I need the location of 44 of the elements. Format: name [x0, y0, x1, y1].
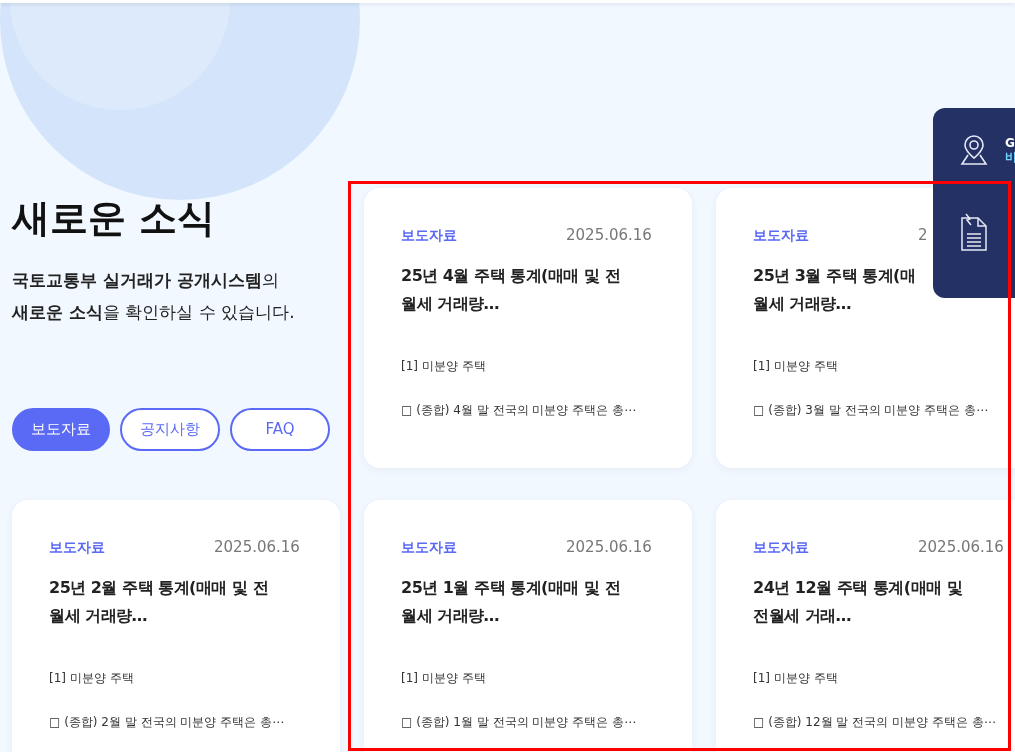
- news-card[interactable]: 보도자료 2025.06.16 24년 12월 주택 통계(매매 및 전월세 거래… [1] 미분양 주택 □ (종합) 12월 말 전국의 미분양 주택은 총⋯: [716, 500, 1015, 752]
- document-icon: [959, 212, 989, 252]
- news-card[interactable]: 보도자료 2025.06.16 25년 4월 주택 통계(매매 및 전 월세 거래량… [1] 미분양 주택 □ (종합) 4월 말 전국의 미분양 주택은 총⋯: [364, 188, 692, 468]
- card-summary: □ (종합) 2월 말 전국의 미분양 주택은 총⋯: [49, 714, 286, 730]
- category-label: 보도자료: [49, 537, 105, 557]
- category-label: 보도자료: [401, 225, 457, 245]
- card-subtitle: [1] 미분양 주택: [753, 670, 839, 686]
- quick-menu-label[interactable]: G: [1005, 136, 1015, 150]
- card-title: 24년 12월 주택 통계(매매 및: [753, 578, 963, 597]
- date-text: 2025.06.16: [566, 538, 652, 556]
- section-description: 국토교통부 실거래가 공개시스템의: [12, 269, 280, 292]
- category-label: 보도자료: [401, 537, 457, 557]
- card-title: 월세 거래량…: [753, 294, 852, 313]
- section-title: 새로운 소식: [12, 195, 217, 242]
- card-summary: □ (종합) 12월 말 전국의 미분양 주택은 총⋯: [753, 714, 997, 730]
- section-description: 새로운 소식을 확인하실 수 있습니다.: [12, 301, 296, 324]
- date-text: 2025.06.16: [214, 538, 300, 556]
- news-card[interactable]: 보도자료 2025.06.16 25년 2월 주택 통계(매매 및 전 월세 거래량… [1] 미분양 주택 □ (종합) 2월 말 전국의 미분양 주택은 총⋯: [12, 500, 340, 752]
- date-text: 2: [918, 226, 928, 244]
- card-subtitle: [1] 미분양 주택: [401, 670, 487, 686]
- category-label: 보도자료: [753, 537, 809, 557]
- card-summary: □ (종합) 1월 말 전국의 미분양 주택은 총⋯: [401, 714, 638, 730]
- card-title: 월세 거래량…: [49, 606, 148, 625]
- location-pin-icon: [959, 134, 989, 166]
- quick-menu-sublabel: 비: [1005, 150, 1015, 164]
- date-text: 2025.06.16: [918, 538, 1004, 556]
- card-title: 25년 3월 주택 통계(매: [753, 266, 916, 285]
- news-card[interactable]: 보도자료 2025.06.16 25년 1월 주택 통계(매매 및 전 월세 거래량… [1] 미분양 주택 □ (종합) 1월 말 전국의 미분양 주택은 총⋯: [364, 500, 692, 752]
- card-subtitle: [1] 미분양 주택: [49, 670, 135, 686]
- card-title: 월세 거래량…: [401, 294, 500, 313]
- filter-tab[interactable]: 보도자료: [12, 408, 110, 451]
- card-title: 25년 4월 주택 통계(매매 및 전: [401, 266, 621, 285]
- date-text: 2025.06.16: [566, 226, 652, 244]
- card-title: 25년 1월 주택 통계(매매 및 전: [401, 578, 621, 597]
- card-summary: □ (종합) 3월 말 전국의 미분양 주택은 총⋯: [753, 402, 990, 418]
- card-title: 25년 2월 주택 통계(매매 및 전: [49, 578, 269, 597]
- filter-tab[interactable]: 공지사항: [120, 408, 220, 451]
- card-title: 전월세 거래…: [753, 606, 852, 625]
- category-label: 보도자료: [753, 225, 809, 245]
- card-subtitle: [1] 미분양 주택: [401, 358, 487, 374]
- card-subtitle: [1] 미분양 주택: [753, 358, 839, 374]
- filter-tab[interactable]: FAQ: [230, 408, 330, 451]
- card-title: 월세 거래량…: [401, 606, 500, 625]
- card-summary: □ (종합) 4월 말 전국의 미분양 주택은 총⋯: [401, 402, 638, 418]
